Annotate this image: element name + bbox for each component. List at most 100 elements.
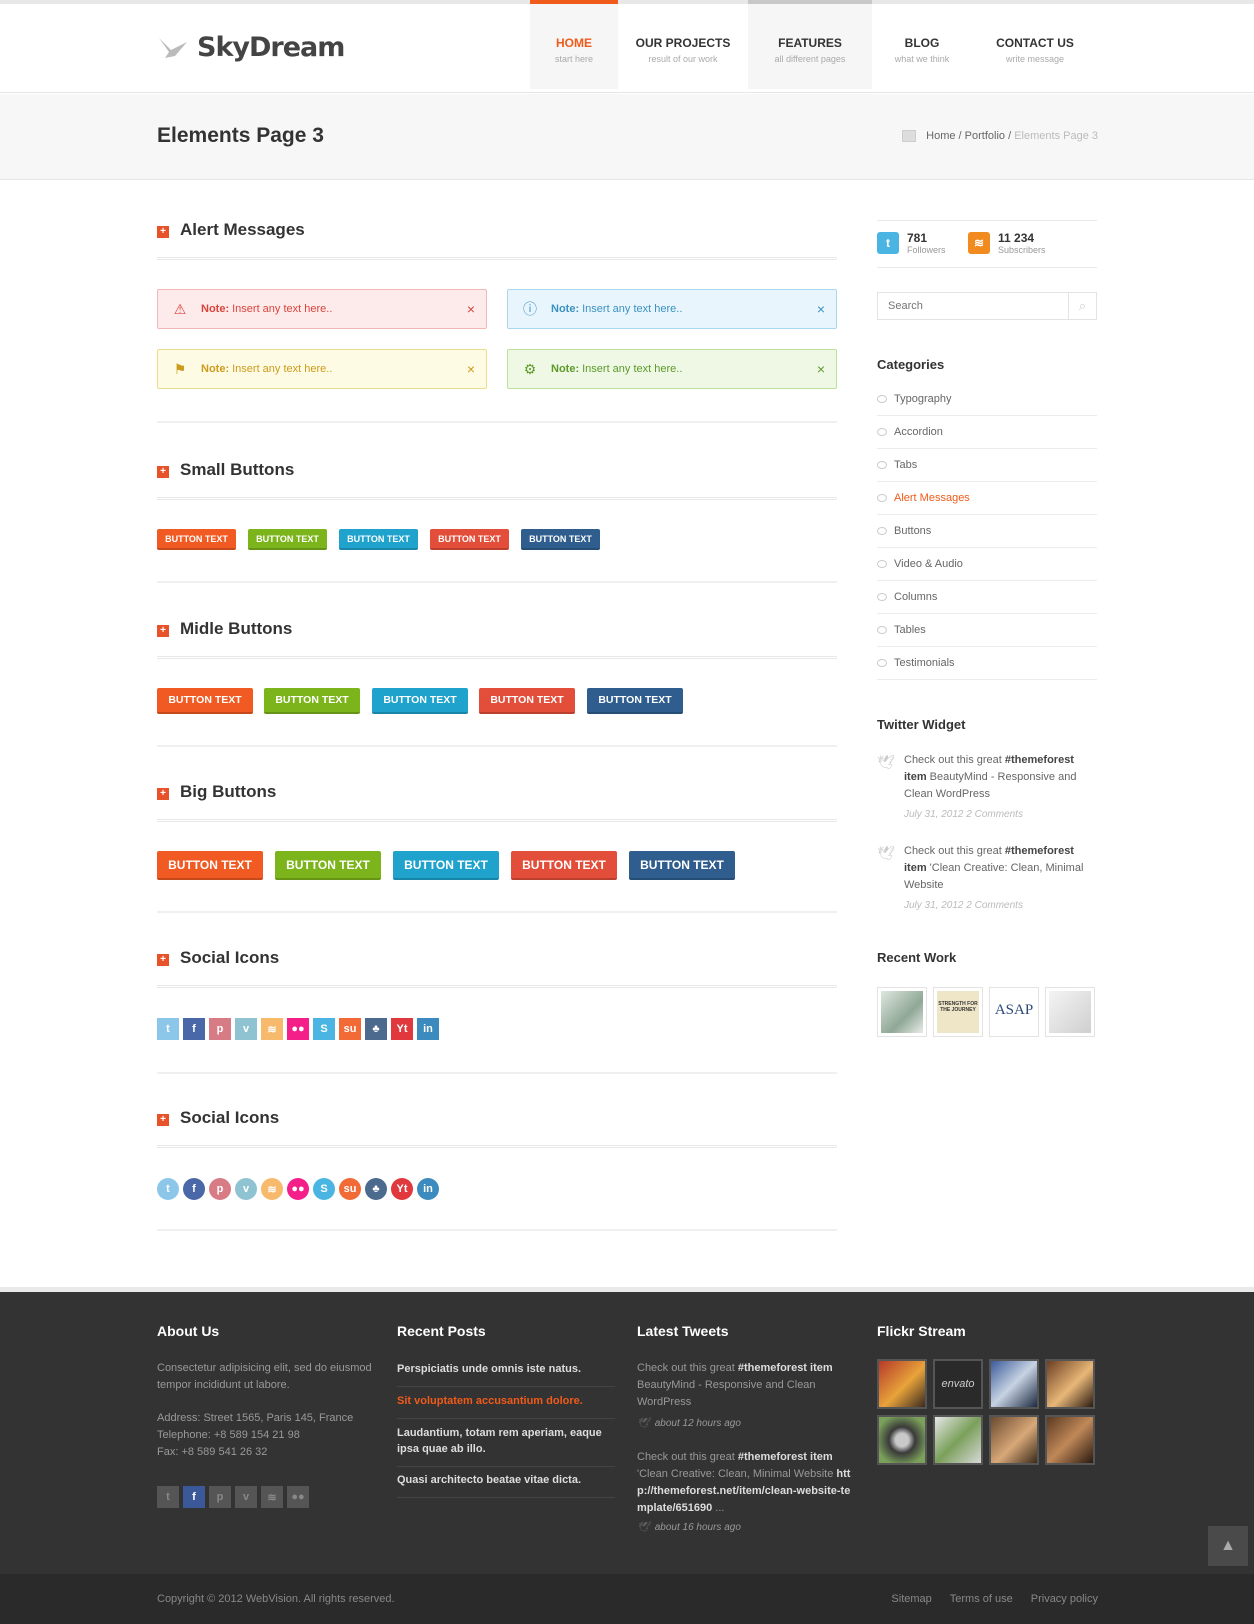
close-icon[interactable]: ×	[467, 301, 475, 317]
alert-note: Note:	[551, 303, 580, 315]
vimeo-icon[interactable]: v	[235, 1018, 257, 1040]
recent-post-link[interactable]: Laudantium, totam rem aperiam, eaque ips…	[397, 1425, 615, 1467]
recent-post-link[interactable]: Perspiciatis unde omnis iste natus.	[397, 1361, 615, 1387]
flickr-photo[interactable]: envato	[933, 1359, 983, 1409]
nav-blog[interactable]: BLOG what we think	[872, 4, 972, 93]
bird-icon: 🕊	[637, 1522, 650, 1533]
footer-twitter-icon[interactable]: t	[157, 1486, 179, 1508]
recent-post-link[interactable]: Quasi architecto beatae vitae dicta.	[397, 1472, 615, 1498]
bullet-icon	[877, 626, 887, 634]
facebook-icon[interactable]: f	[183, 1178, 205, 1200]
youtube-icon[interactable]: Yt	[391, 1018, 413, 1040]
myspace-icon[interactable]: ♣	[365, 1018, 387, 1040]
flickr-photo[interactable]	[877, 1415, 927, 1465]
tweet-date[interactable]: July 31, 2012 2 Comments	[904, 809, 1023, 820]
big-button-red[interactable]: BUTTON TEXT	[511, 851, 617, 880]
rss-icon[interactable]: ≋	[261, 1178, 283, 1200]
category-item[interactable]: Buttons	[877, 515, 1097, 548]
twitter-stat[interactable]: t 781 Followers	[877, 231, 946, 255]
flickr-photo[interactable]	[1045, 1415, 1095, 1465]
flickr-photo[interactable]	[989, 1415, 1039, 1465]
midle-button-green[interactable]: BUTTON TEXT	[264, 688, 360, 714]
category-item[interactable]: Columns	[877, 581, 1097, 614]
big-button-navy[interactable]: BUTTON TEXT	[629, 851, 735, 880]
recent-work-thumb[interactable]	[877, 987, 927, 1037]
recent-work-thumb[interactable]: STRENGTH FOR THE JOURNEY	[933, 987, 983, 1037]
youtube-icon[interactable]: Yt	[391, 1178, 413, 1200]
twitter-icon[interactable]: t	[157, 1178, 179, 1200]
category-item[interactable]: Accordion	[877, 416, 1097, 449]
nav-home[interactable]: HOME start here	[530, 0, 618, 89]
search-input[interactable]	[878, 293, 1070, 319]
small-button-blue[interactable]: BUTTON TEXT	[339, 529, 418, 550]
twitter-icon[interactable]: t	[157, 1018, 179, 1040]
section-social-icons-round: + Social Icons	[157, 1102, 837, 1148]
footer-facebook-icon[interactable]: f	[183, 1486, 205, 1508]
linkedin-icon[interactable]: in	[417, 1018, 439, 1040]
recent-work-thumb[interactable]	[1045, 987, 1095, 1037]
privacy-link[interactable]: Privacy policy	[1031, 1593, 1098, 1605]
footer-pinterest-icon[interactable]: p	[209, 1486, 231, 1508]
terms-link[interactable]: Terms of use	[950, 1593, 1013, 1605]
skype-icon[interactable]: S	[313, 1018, 335, 1040]
recent-post-link[interactable]: Sit voluptatem accusantium dolore.	[397, 1393, 615, 1419]
category-item[interactable]: Testimonials	[877, 647, 1097, 680]
recent-work-thumb[interactable]: ASAP	[989, 987, 1039, 1037]
flickr-icon[interactable]: ●●	[287, 1178, 309, 1200]
twitter-icon: t	[877, 232, 899, 254]
big-button-green[interactable]: BUTTON TEXT	[275, 851, 381, 880]
small-button-orange[interactable]: BUTTON TEXT	[157, 529, 236, 550]
sitemap-link[interactable]: Sitemap	[891, 1593, 931, 1605]
breadcrumb-home[interactable]: Home	[926, 130, 955, 142]
midle-button-orange[interactable]: BUTTON TEXT	[157, 688, 253, 714]
flickr-photo[interactable]	[1045, 1359, 1095, 1409]
category-item[interactable]: Typography	[877, 383, 1097, 416]
tweet-date[interactable]: July 31, 2012 2 Comments	[904, 900, 1023, 911]
category-item[interactable]: Video & Audio	[877, 548, 1097, 581]
footer-flickr-icon[interactable]: ●●	[287, 1486, 309, 1508]
pinterest-icon[interactable]: p	[209, 1178, 231, 1200]
small-button-navy[interactable]: BUTTON TEXT	[521, 529, 600, 550]
vimeo-icon[interactable]: v	[235, 1178, 257, 1200]
big-button-orange[interactable]: BUTTON TEXT	[157, 851, 263, 880]
linkedin-icon[interactable]: in	[417, 1178, 439, 1200]
bullet-icon	[877, 494, 887, 502]
flickr-photo[interactable]	[877, 1359, 927, 1409]
flickr-photo[interactable]	[933, 1415, 983, 1465]
category-item[interactable]: Tables	[877, 614, 1097, 647]
nav-features[interactable]: FEATURES all different pages	[748, 0, 872, 89]
footer-vimeo-icon[interactable]: v	[235, 1486, 257, 1508]
search-icon[interactable]: ⌕	[1068, 293, 1096, 319]
flickr-photo[interactable]	[989, 1359, 1039, 1409]
nav-our-projects[interactable]: OUR PROJECTS result of our work	[618, 4, 748, 93]
stumbleupon-icon[interactable]: su	[339, 1018, 361, 1040]
logo[interactable]: SkyDream	[157, 32, 345, 63]
big-button-blue[interactable]: BUTTON TEXT	[393, 851, 499, 880]
skype-icon[interactable]: S	[313, 1178, 335, 1200]
small-button-green[interactable]: BUTTON TEXT	[248, 529, 327, 550]
nav-contact-us[interactable]: CONTACT US write message	[972, 4, 1098, 93]
close-icon[interactable]: ×	[817, 361, 825, 377]
rss-stat[interactable]: ≋ 11 234 Subscribers	[968, 231, 1046, 255]
category-item[interactable]: Tabs	[877, 449, 1097, 482]
stumbleupon-icon[interactable]: su	[339, 1178, 361, 1200]
facebook-icon[interactable]: f	[183, 1018, 205, 1040]
footer-tweet-text: Check out this great #themeforest item '…	[637, 1451, 851, 1514]
rss-icon[interactable]: ≋	[261, 1018, 283, 1040]
close-icon[interactable]: ×	[817, 301, 825, 317]
midle-button-red[interactable]: BUTTON TEXT	[479, 688, 575, 714]
close-icon[interactable]: ×	[467, 361, 475, 377]
flickr-icon[interactable]: ●●	[287, 1018, 309, 1040]
midle-button-navy[interactable]: BUTTON TEXT	[587, 688, 683, 714]
footer-rss-icon[interactable]: ≋	[261, 1486, 283, 1508]
midle-button-blue[interactable]: BUTTON TEXT	[372, 688, 468, 714]
bird-logo-icon	[159, 37, 187, 58]
nav-sub: what we think	[894, 54, 950, 64]
pinterest-icon[interactable]: p	[209, 1018, 231, 1040]
nav-sub: write message	[1005, 54, 1065, 64]
breadcrumb-portfolio[interactable]: Portfolio	[965, 130, 1005, 142]
scroll-to-top-button[interactable]: ▲	[1208, 1526, 1248, 1566]
myspace-icon[interactable]: ♣	[365, 1178, 387, 1200]
category-item[interactable]: Alert Messages	[877, 482, 1097, 515]
small-button-red[interactable]: BUTTON TEXT	[430, 529, 509, 550]
